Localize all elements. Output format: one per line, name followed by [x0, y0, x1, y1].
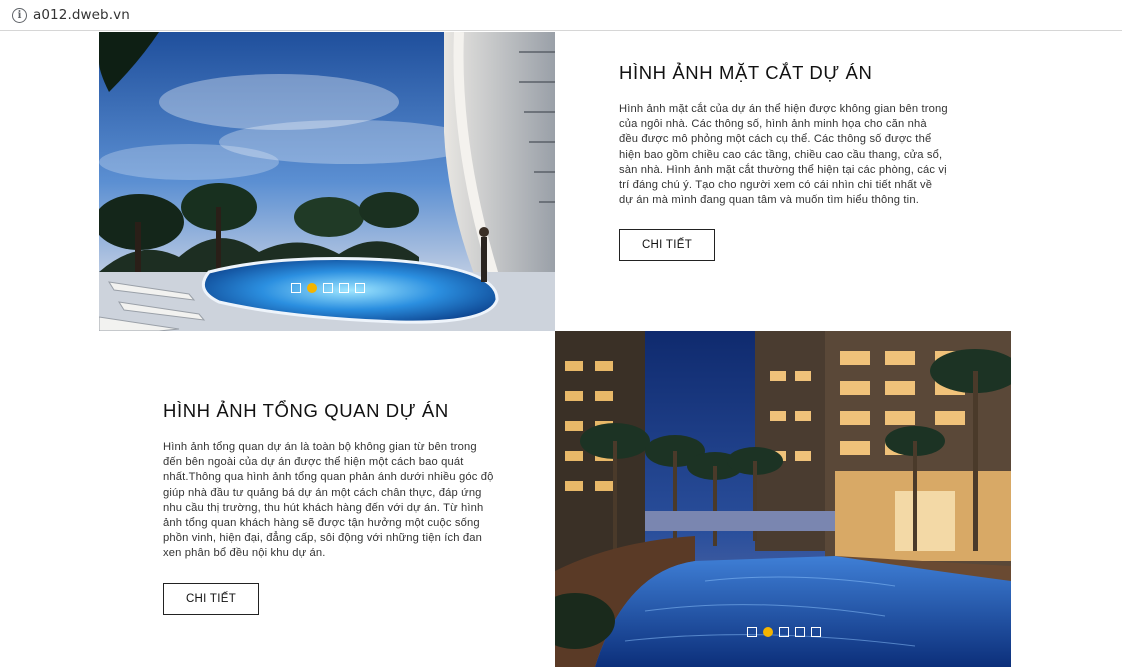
slider-dot[interactable]	[747, 627, 757, 637]
slider-dot[interactable]	[323, 283, 333, 293]
info-icon[interactable]: i	[12, 7, 27, 23]
tropical-resort-pool-tower-image	[99, 32, 555, 331]
slider-dots	[291, 283, 365, 293]
slider-dot[interactable]	[339, 283, 349, 293]
browser-address-bar[interactable]: i a012.dweb.vn	[0, 0, 1122, 31]
section-cross-section: HÌNH ẢNH MẶT CẮT DỰ ÁN Hình ảnh mặt cắt …	[619, 62, 949, 262]
slider-dot[interactable]	[811, 627, 821, 637]
detail-button[interactable]: CHI TIẾT	[619, 229, 715, 262]
slider-dot[interactable]	[779, 627, 789, 637]
section-heading: HÌNH ẢNH TỔNG QUAN DỰ ÁN	[163, 400, 449, 421]
slider-dot[interactable]	[355, 283, 365, 293]
night-pool-illustration	[555, 331, 1011, 667]
detail-button[interactable]: CHI TIẾT	[163, 582, 259, 615]
slider-dot[interactable]	[795, 627, 805, 637]
section-description: Hình ảnh mặt cắt của dự án thể hiện được…	[619, 103, 948, 207]
slider-dots	[747, 627, 821, 637]
slider-dot[interactable]	[291, 283, 301, 293]
section-heading: HÌNH ẢNH MẶT CẮT DỰ ÁN	[619, 62, 873, 83]
section-overview: HÌNH ẢNH TỔNG QUAN DỰ ÁN Hình ảnh tổng q…	[163, 400, 498, 615]
slider-dot-active[interactable]	[763, 627, 773, 637]
section-description: Hình ảnh tổng quan dự án là toàn bộ khôn…	[163, 441, 494, 560]
slider-dot-active[interactable]	[307, 283, 317, 293]
night-apartment-pool-image	[555, 331, 1011, 667]
url-text[interactable]: a012.dweb.vn	[33, 7, 130, 23]
